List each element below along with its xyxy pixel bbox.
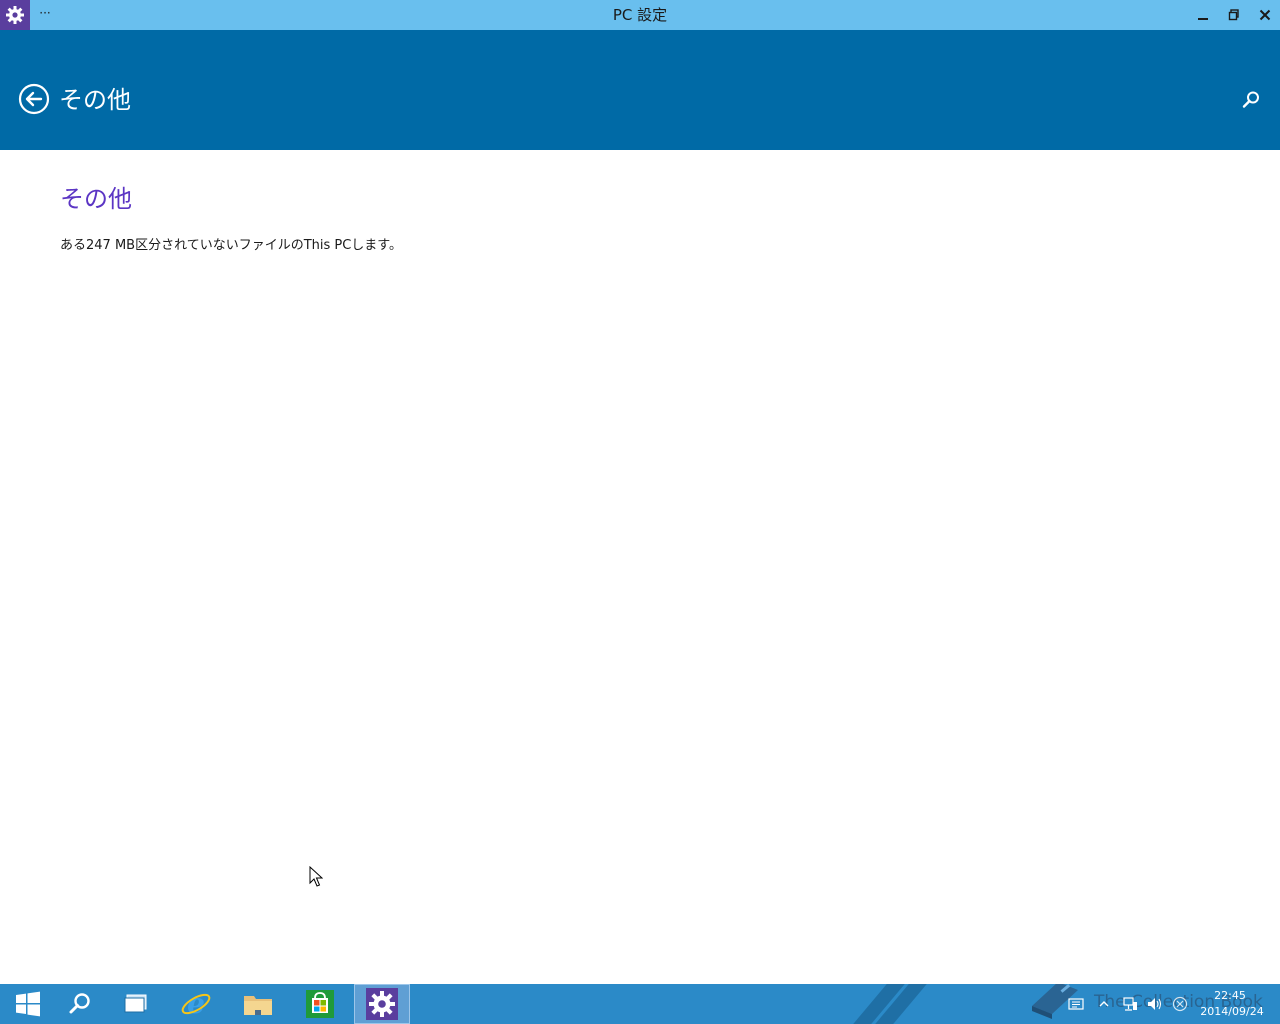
back-arrow-icon[interactable] xyxy=(18,83,50,115)
pc-settings-taskbar-button[interactable] xyxy=(354,984,410,1024)
page-header: その他 xyxy=(0,30,1280,150)
search-icon xyxy=(69,993,90,1014)
clock-date[interactable]: 2014/09/24 xyxy=(1196,1005,1268,1019)
svg-text:e: e xyxy=(187,988,205,1020)
taskbar-search-button[interactable] xyxy=(52,984,108,1024)
windows-logo-icon xyxy=(16,991,40,1017)
clock-time[interactable]: 22:45 xyxy=(1206,989,1254,1003)
volume-icon[interactable] xyxy=(1146,996,1162,1012)
window-title: PC 設定 xyxy=(612,6,668,24)
gear-icon xyxy=(366,988,398,1020)
action-center-icon[interactable] xyxy=(1068,996,1084,1012)
internet-explorer-button[interactable]: e xyxy=(168,984,224,1024)
file-explorer-button[interactable] xyxy=(230,984,286,1024)
minimize-button[interactable] xyxy=(1188,0,1218,30)
show-hidden-icons-chevron-icon[interactable] xyxy=(1096,996,1112,1012)
settings-app-icon[interactable] xyxy=(0,0,30,30)
start-button[interactable] xyxy=(0,984,56,1024)
title-bar: ··· PC 設定 xyxy=(0,0,1280,30)
restore-button[interactable] xyxy=(1219,0,1249,30)
mouse-cursor-icon xyxy=(309,866,323,887)
minimize-icon xyxy=(1198,18,1208,20)
page-title: その他 xyxy=(59,86,131,114)
gear-icon xyxy=(6,6,24,24)
store-button[interactable] xyxy=(292,984,348,1024)
close-icon xyxy=(1259,9,1271,21)
network-icon[interactable] xyxy=(1122,996,1138,1012)
store-icon xyxy=(306,990,334,1018)
app-commands-button[interactable]: ··· xyxy=(38,4,52,22)
section-title: その他 xyxy=(60,185,132,213)
notification-x-icon[interactable] xyxy=(1172,996,1188,1012)
taskbar: e The Collection Book 22:45 2014/09/24 xyxy=(0,984,1280,1024)
storage-description: ある247 MB区分されていないファイルのThis PCします。 xyxy=(60,238,403,253)
restore-icon xyxy=(1228,9,1239,21)
ie-icon: e xyxy=(181,988,211,1020)
task-view-icon xyxy=(124,994,147,1013)
close-button[interactable] xyxy=(1250,0,1280,30)
task-view-button[interactable] xyxy=(108,984,164,1024)
folder-icon xyxy=(244,996,272,1015)
search-icon[interactable] xyxy=(1240,89,1262,111)
